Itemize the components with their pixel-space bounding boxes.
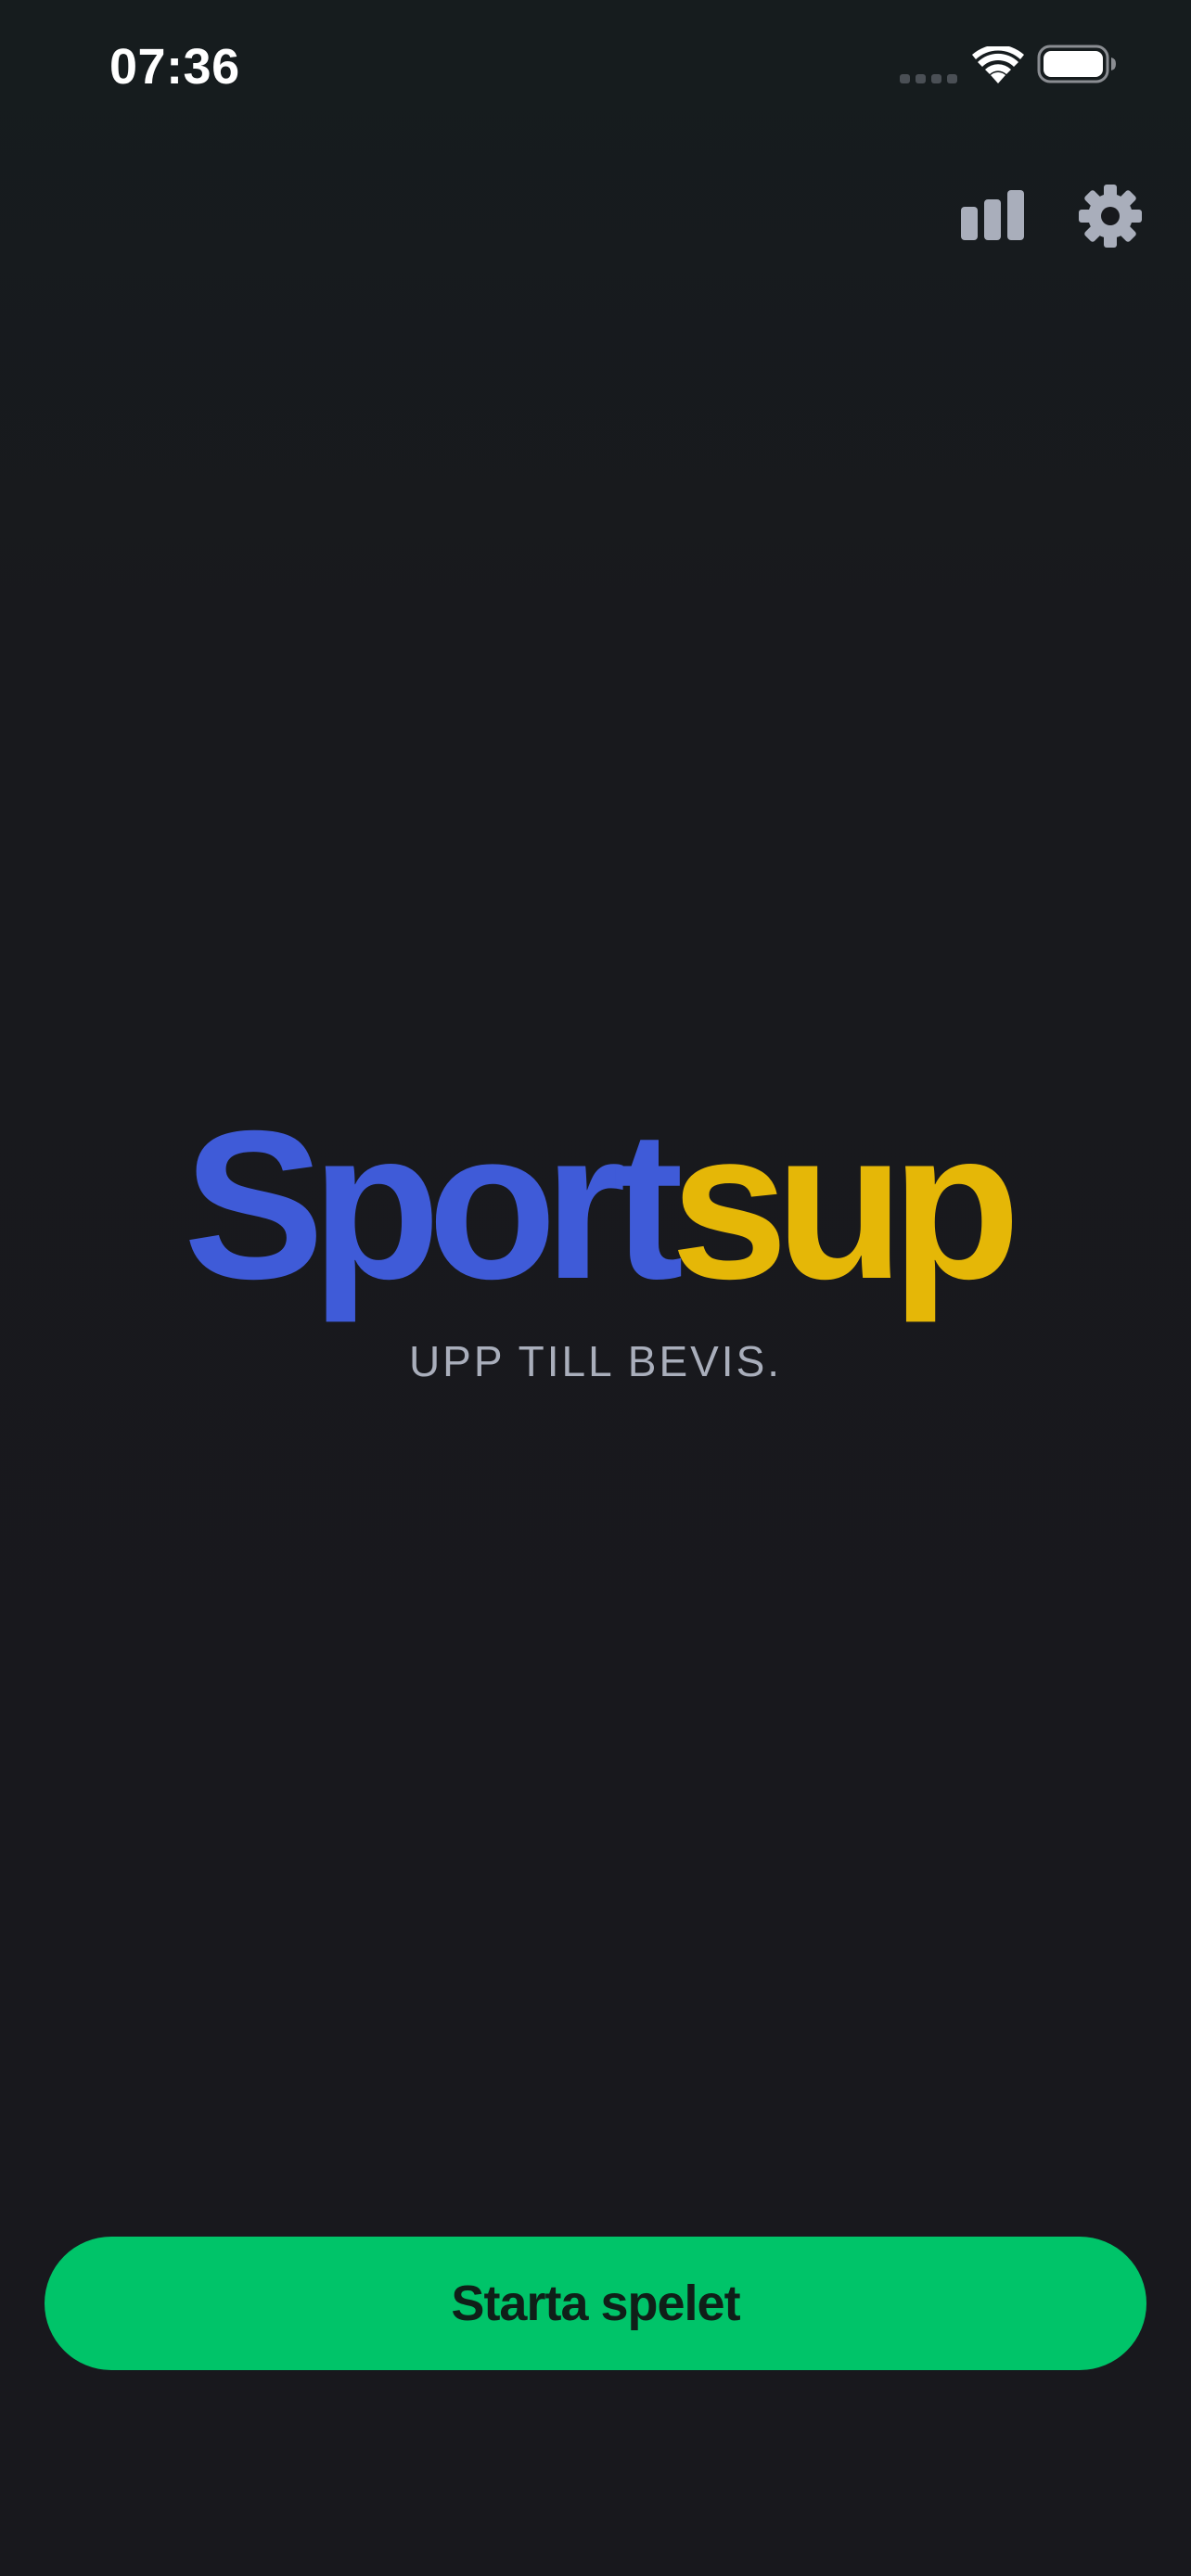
start-game-button[interactable]: Starta spelet bbox=[45, 2237, 1146, 2370]
settings-button[interactable] bbox=[1069, 174, 1152, 258]
logo-text-sport: Sport bbox=[183, 1088, 684, 1323]
cellular-signal-icon bbox=[900, 74, 957, 83]
status-bar: 07:36 bbox=[0, 0, 1191, 139]
gear-icon bbox=[1079, 185, 1142, 248]
app-logo: Sportsup bbox=[0, 1094, 1191, 1317]
start-game-label: Starta spelet bbox=[451, 2276, 740, 2331]
bar-chart-icon bbox=[961, 190, 1024, 240]
status-time: 07:36 bbox=[109, 39, 240, 95]
wifi-icon bbox=[972, 46, 1024, 83]
battery-icon bbox=[1037, 45, 1116, 83]
logo-text-sup: sup bbox=[670, 1088, 1020, 1323]
stats-button[interactable] bbox=[950, 178, 1035, 252]
tagline: UPP TILL BEVIS. bbox=[408, 1337, 783, 1385]
top-actions bbox=[0, 167, 1191, 260]
